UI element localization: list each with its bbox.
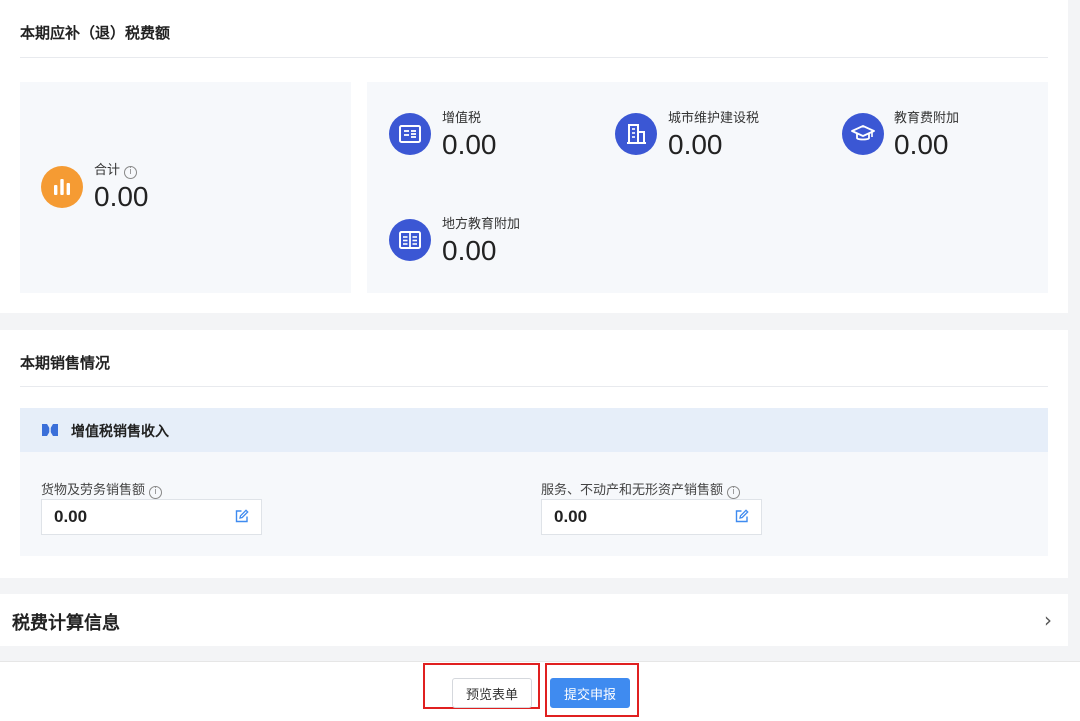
urban-tax-amount: 0.00 — [668, 129, 723, 160]
footer-action-bar: 预览表单 提交申报 — [0, 661, 1080, 721]
tax-calculation-title: 税费计算信息 — [12, 613, 120, 634]
tax-items-card: 增值税 0.00 城市维护建设税 0.00 教育费附加 0.00 地方教育附加 … — [367, 82, 1048, 293]
tax-declaration-page: 本期应补（退）税费额 合计 i 0.00 增值税 0.00 城市维护建设税 0.… — [0, 0, 1080, 721]
chevron-right-icon[interactable]: › — [1044, 608, 1052, 632]
goods-sales-label: 货物及劳务销售额 — [41, 483, 146, 498]
vat-income-header: 增值税销售收入 — [20, 408, 1048, 452]
scrollbar[interactable] — [1068, 0, 1080, 660]
goods-sales-value: 0.00 — [54, 507, 88, 526]
book-icon — [389, 219, 431, 261]
divider — [20, 386, 1048, 387]
services-sales-value: 0.00 — [554, 507, 588, 526]
submit-declaration-button[interactable]: 提交申报 — [550, 678, 630, 708]
total-amount: 0.00 — [94, 181, 149, 212]
sales-section: 本期销售情况 增值税销售收入 货物及劳务销售额 i 0.00 服务、不动产和无形… — [0, 330, 1068, 578]
bar-chart-icon — [41, 166, 83, 208]
edit-icon[interactable] — [235, 508, 249, 527]
education-fee-label: 教育费附加 — [894, 111, 960, 126]
total-card: 合计 i 0.00 — [20, 82, 351, 293]
building-icon — [615, 113, 657, 155]
local-education-label: 地方教育附加 — [442, 217, 521, 232]
total-label: 合计 — [94, 163, 121, 178]
tax-amount-section: 本期应补（退）税费额 合计 i 0.00 增值税 0.00 城市维护建设税 0.… — [0, 0, 1068, 313]
local-education-amount: 0.00 — [442, 235, 497, 266]
vat-income-body: 货物及劳务销售额 i 0.00 服务、不动产和无形资产销售额 i 0.00 — [20, 452, 1048, 556]
total-label-group: 合计 i — [94, 159, 138, 179]
goods-sales-field[interactable]: 0.00 — [41, 499, 262, 535]
info-icon[interactable]: i — [727, 486, 741, 499]
services-sales-label: 服务、不动产和无形资产销售额 — [541, 483, 724, 498]
info-icon[interactable]: i — [149, 486, 163, 499]
graduation-cap-icon — [842, 113, 884, 155]
tax-section-title: 本期应补（退）税费额 — [20, 24, 171, 42]
tax-form-icon — [389, 113, 431, 155]
services-sales-field[interactable]: 0.00 — [541, 499, 762, 535]
services-sales-label-group: 服务、不动产和无形资产销售额 i — [541, 479, 741, 499]
vat-amount: 0.00 — [442, 129, 497, 160]
divider — [20, 57, 1048, 58]
vat-label: 增值税 — [442, 111, 482, 126]
urban-tax-label: 城市维护建设税 — [668, 111, 760, 126]
info-icon[interactable]: i — [124, 166, 138, 179]
income-icon — [40, 421, 60, 443]
tax-calculation-row[interactable]: 税费计算信息 › — [0, 594, 1068, 646]
goods-sales-label-group: 货物及劳务销售额 i — [41, 479, 163, 499]
preview-form-button[interactable]: 预览表单 — [452, 678, 532, 708]
edit-icon[interactable] — [735, 508, 749, 527]
vat-income-title: 增值税销售收入 — [71, 424, 169, 440]
sales-section-title: 本期销售情况 — [20, 354, 111, 372]
education-fee-amount: 0.00 — [894, 129, 949, 160]
